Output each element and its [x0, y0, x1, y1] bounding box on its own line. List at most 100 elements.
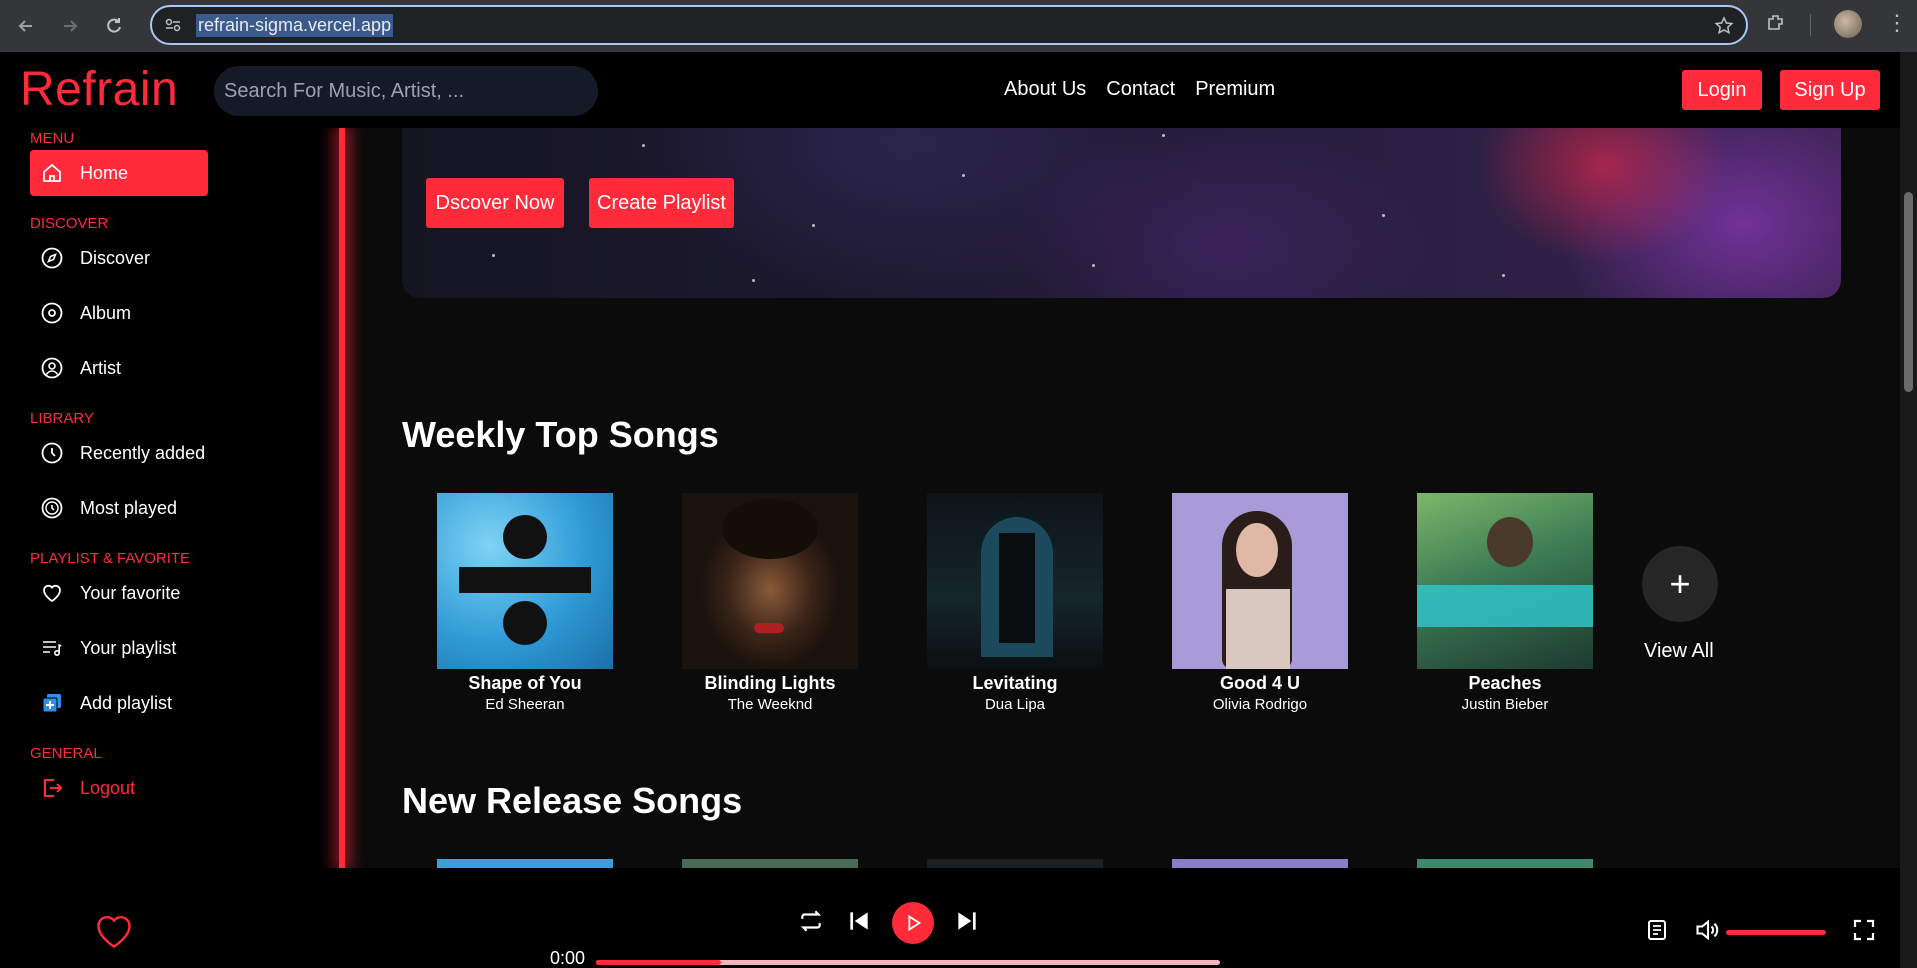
url-text[interactable]: refrain-sigma.vercel.app — [196, 13, 394, 37]
sidebar-item-add-playlist[interactable]: Add playlist — [30, 680, 208, 726]
forward-icon[interactable] — [52, 8, 88, 44]
play-button[interactable] — [892, 902, 934, 944]
compass-icon — [38, 244, 66, 272]
user-icon — [38, 354, 66, 382]
hero-star — [1502, 274, 1505, 277]
new-release-cover[interactable] — [1172, 859, 1348, 868]
general-section-title: GENERAL — [30, 745, 102, 762]
discover-section-title: DISCOVER — [30, 215, 109, 232]
new-release-cover[interactable] — [1417, 859, 1593, 868]
sidebar-item-discover[interactable]: Discover — [30, 235, 208, 281]
volume-slider[interactable] — [1726, 930, 1826, 935]
player-bar: 0:00 — [0, 868, 1900, 968]
song-artist: Dua Lipa — [984, 696, 1046, 713]
song-card[interactable]: Peaches Justin Bieber — [1417, 493, 1593, 713]
page-scrollbar[interactable] — [1900, 52, 1917, 968]
song-card[interactable]: Good 4 U Olivia Rodrigo — [1172, 493, 1348, 713]
sidebar-item-label: Discover — [80, 247, 151, 268]
top-nav: About Us Contact Premium — [1004, 78, 1275, 101]
song-card[interactable]: Levitating Dua Lipa — [927, 493, 1103, 713]
sidebar-item-label: Your playlist — [80, 637, 177, 658]
fullscreen-icon[interactable] — [1852, 918, 1876, 942]
play-icon — [908, 914, 922, 932]
new-release-cover[interactable] — [927, 859, 1103, 868]
song-title: Shape of You — [468, 673, 582, 693]
sidebar-item-label: Recently added — [80, 442, 206, 463]
home-icon — [38, 159, 66, 187]
bookmark-star-icon[interactable] — [1714, 16, 1734, 41]
sidebar-item-label: Album — [80, 302, 132, 323]
login-button[interactable]: Login — [1682, 70, 1762, 110]
toolbar-divider — [1810, 14, 1811, 36]
sidebar-item-logout[interactable]: Logout — [30, 765, 208, 811]
volume-icon[interactable] — [1694, 916, 1722, 944]
song-artist: Olivia Rodrigo — [1212, 696, 1308, 713]
previous-icon[interactable] — [846, 908, 872, 934]
address-bar[interactable]: refrain-sigma.vercel.app — [150, 5, 1748, 45]
library-section-title: LIBRARY — [30, 410, 94, 427]
new-release-cover[interactable] — [437, 859, 613, 868]
song-artist: Justin Bieber — [1461, 696, 1549, 713]
browser-toolbar: refrain-sigma.vercel.app ⋮ — [0, 0, 1917, 52]
sidebar-item-most-played[interactable]: Most played — [30, 485, 208, 531]
song-card[interactable]: Blinding Lights The Weeknd — [682, 493, 858, 713]
queue-icon[interactable] — [1646, 918, 1670, 942]
hero-star — [962, 174, 965, 177]
progress-bar[interactable] — [596, 960, 1220, 965]
sidebar-item-album[interactable]: Album — [30, 290, 208, 336]
next-icon[interactable] — [954, 908, 980, 934]
search-input[interactable]: Search For Music, Artist, ... — [214, 66, 598, 116]
reload-icon[interactable] — [96, 8, 132, 44]
create-playlist-button[interactable]: Create Playlist — [589, 178, 734, 228]
new-release-cover[interactable] — [682, 859, 858, 868]
hero-star — [642, 144, 645, 147]
album-cover[interactable] — [1417, 493, 1593, 669]
browser-menu-icon[interactable]: ⋮ — [1886, 10, 1908, 36]
hero-star — [1092, 264, 1095, 267]
song-title: Peaches — [1468, 673, 1542, 693]
sidebar-item-label: Your favorite — [80, 582, 181, 603]
hero-star — [1382, 214, 1385, 217]
song-artist: Ed Sheeran — [485, 696, 565, 713]
song-title: Levitating — [972, 673, 1058, 693]
favorite-heart-icon[interactable] — [93, 912, 135, 955]
scrollbar-thumb[interactable] — [1904, 192, 1913, 392]
heart-icon — [38, 579, 66, 607]
view-all-label[interactable]: View All — [1644, 640, 1714, 663]
discover-now-button[interactable]: Dscover Now — [426, 178, 564, 228]
sidebar-item-your-favorite[interactable]: Your favorite — [30, 570, 208, 616]
site-header: Refrain Search For Music, Artist, ... Ab… — [0, 52, 1900, 128]
weekly-top-songs-title: Weekly Top Songs — [402, 414, 719, 455]
hero-star — [812, 224, 815, 227]
album-cover[interactable] — [437, 493, 613, 669]
playlist-section-title: PLAYLIST & FAVORITE — [30, 550, 191, 567]
extensions-icon[interactable] — [1765, 12, 1787, 39]
sidebar-item-label: Logout — [80, 777, 136, 798]
sidebar: MENU Home DISCOVER Discover Album Artist… — [0, 128, 345, 868]
signup-button[interactable]: Sign Up — [1780, 70, 1880, 110]
nav-contact[interactable]: Contact — [1106, 78, 1175, 101]
nav-about-us[interactable]: About Us — [1004, 78, 1086, 101]
album-cover[interactable] — [1172, 493, 1348, 669]
current-time: 0:00 — [550, 948, 586, 968]
clock-icon — [38, 439, 66, 467]
sidebar-item-artist[interactable]: Artist — [30, 345, 208, 391]
song-card[interactable]: Shape of You Ed Sheeran — [437, 493, 613, 713]
disc-icon — [38, 299, 66, 327]
sidebar-item-label: Add playlist — [80, 692, 173, 713]
nav-premium[interactable]: Premium — [1195, 78, 1275, 101]
profile-avatar[interactable] — [1834, 10, 1862, 38]
album-cover[interactable] — [682, 493, 858, 669]
logo[interactable]: Refrain — [20, 62, 178, 117]
sidebar-item-recently-added[interactable]: Recently added — [30, 430, 208, 476]
page: Refrain Search For Music, Artist, ... Ab… — [0, 52, 1900, 968]
site-settings-icon[interactable] — [162, 14, 184, 36]
sidebar-item-your-playlist[interactable]: Your playlist — [30, 625, 208, 671]
new-release-title: New Release Songs — [402, 780, 743, 821]
back-icon[interactable] — [8, 8, 44, 44]
repeat-icon[interactable] — [798, 908, 824, 934]
album-cover[interactable] — [927, 493, 1103, 669]
hero-star — [752, 279, 755, 282]
view-all-button[interactable]: + — [1642, 546, 1718, 622]
sidebar-item-home[interactable]: Home — [30, 150, 208, 196]
